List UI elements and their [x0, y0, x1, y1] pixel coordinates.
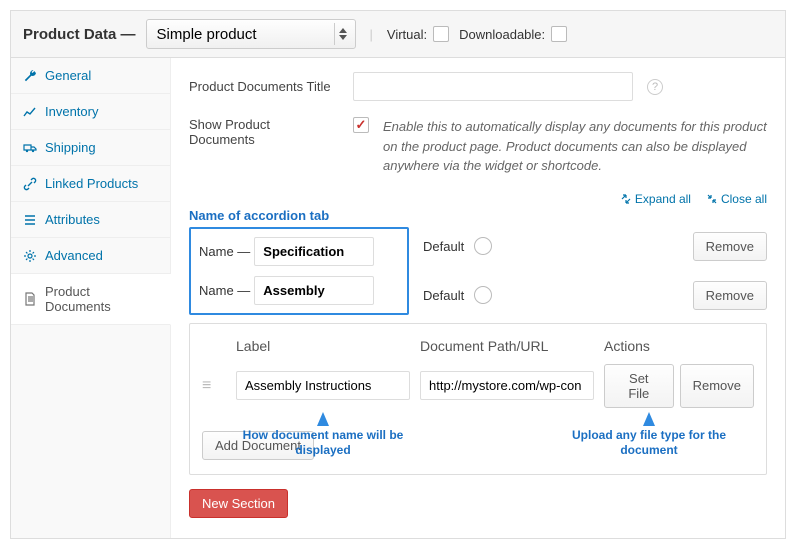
sidebar-item-shipping[interactable]: Shipping [11, 130, 170, 166]
callout-doc-name: How document name will be displayed [236, 412, 410, 459]
sidebar-item-product-documents[interactable]: Product Documents [11, 274, 171, 325]
document-path-input[interactable] [420, 371, 594, 400]
col-label: Label [236, 338, 410, 354]
sidebar-item-label: Attributes [45, 212, 100, 227]
sidebar-item-label: Linked Products [45, 176, 138, 191]
sidebar-item-attributes[interactable]: Attributes [11, 202, 170, 238]
default-radio-1[interactable] [474, 237, 492, 255]
sidebar-item-label: General [45, 68, 91, 83]
remove-section-button-1[interactable]: Remove [693, 232, 767, 261]
remove-document-button[interactable]: Remove [680, 364, 754, 408]
downloadable-checkbox[interactable] [551, 26, 567, 42]
arrow-up-icon [317, 412, 329, 426]
callout-tab-name: Name of accordion tab [189, 208, 767, 223]
section-name-input-2[interactable] [254, 276, 374, 305]
col-actions: Actions [604, 338, 754, 354]
wrench-icon [23, 69, 37, 83]
remove-section-button-2[interactable]: Remove [693, 281, 767, 310]
document-label-input[interactable] [236, 371, 410, 400]
show-documents-checkbox[interactable]: ✓ [353, 117, 369, 133]
sidebar-item-general[interactable]: General [11, 58, 170, 94]
col-path: Document Path/URL [420, 338, 594, 354]
sidebar-item-label: Product Documents [45, 284, 158, 314]
new-section-button[interactable]: New Section [189, 489, 288, 518]
product-type-select[interactable]: Simple product [146, 19, 356, 49]
collapse-icon [707, 194, 717, 204]
show-documents-help: Enable this to automatically display any… [383, 117, 767, 176]
default-label: Default [423, 288, 464, 303]
show-documents-label: Show Product Documents [189, 117, 339, 147]
panel-header: Product Data — Simple product | Virtual:… [11, 11, 785, 58]
help-icon[interactable]: ? [647, 79, 663, 95]
downloadable-label: Downloadable: [459, 26, 567, 42]
documents-subpanel: Label Document Path/URL Actions ≡ Set Fi… [189, 323, 767, 475]
document-icon [23, 292, 37, 306]
documents-title-input[interactable] [353, 72, 633, 101]
default-label: Default [423, 239, 464, 254]
link-icon [23, 177, 37, 191]
drag-handle-icon[interactable]: ≡ [202, 377, 226, 395]
arrow-up-icon [643, 412, 655, 426]
sidebar-item-inventory[interactable]: Inventory [11, 94, 170, 130]
name-prefix: Name — [199, 283, 250, 298]
accordion-names-highlight: Name — Name — [189, 227, 409, 315]
content-area: Product Documents Title ? Show Product D… [171, 58, 785, 538]
sidebar-item-advanced[interactable]: Advanced [11, 238, 170, 274]
truck-icon [23, 141, 37, 155]
list-icon [23, 213, 37, 227]
virtual-checkbox[interactable] [433, 26, 449, 42]
gear-icon [23, 249, 37, 263]
default-radio-2[interactable] [474, 286, 492, 304]
callout-upload: Upload any file type for the document [544, 412, 754, 459]
sidebar-item-label: Inventory [45, 104, 98, 119]
panel-title: Product Data — [23, 26, 136, 43]
section-name-input-1[interactable] [254, 237, 374, 266]
sidebar-item-label: Shipping [45, 140, 96, 155]
virtual-label: Virtual: [387, 26, 449, 42]
expand-all-link[interactable]: Expand all [621, 192, 691, 206]
name-prefix: Name — [199, 244, 250, 259]
set-file-button[interactable]: Set File [604, 364, 674, 408]
close-all-link[interactable]: Close all [707, 192, 767, 206]
documents-title-label: Product Documents Title [189, 79, 339, 94]
product-data-panel: Product Data — Simple product | Virtual:… [10, 10, 786, 539]
expand-icon [621, 194, 631, 204]
sidebar: General Inventory Shipping Linked Produc… [11, 58, 171, 538]
sidebar-item-linked[interactable]: Linked Products [11, 166, 170, 202]
sidebar-item-label: Advanced [45, 248, 103, 263]
chart-icon [23, 105, 37, 119]
